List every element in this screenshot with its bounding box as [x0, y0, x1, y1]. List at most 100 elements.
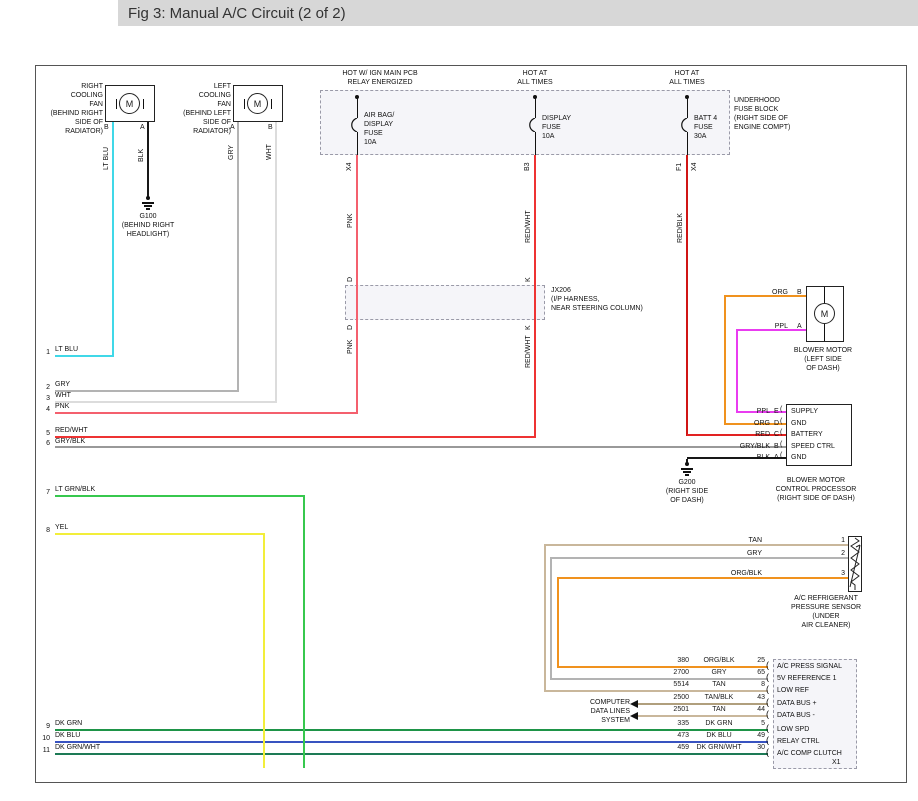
row1-label: LT BLU [55, 345, 78, 354]
proc-pin-b-bracket-icon [780, 441, 782, 448]
wire-pnk-drop [356, 155, 358, 414]
pressure-sensor-label: A/C REFRIGERANT PRESSURE SENSOR (UNDER A… [780, 594, 872, 630]
feed1-stub [357, 97, 358, 118]
wire-row9-dk-grn [55, 729, 768, 731]
conn-row-6-circuit: 335 [657, 720, 689, 727]
conn-row-8-circuit: 459 [657, 744, 689, 751]
conn-bracket-1-icon [766, 660, 769, 670]
row2-num: 2 [36, 383, 50, 392]
jx206-pin-d-top: D [347, 277, 354, 282]
left-fan-brush-right [271, 99, 272, 109]
wire-tan-vert [544, 544, 546, 692]
conn-bracket-6-icon [766, 723, 769, 733]
sensor-pin-3: 3 [832, 569, 845, 578]
proc-fn-battery: BATTERY [791, 430, 823, 439]
feed1-stub-lower [357, 132, 358, 155]
jx206-junction-box [345, 285, 545, 320]
conn-row-1-pin: 25 [749, 657, 765, 664]
wire-ppl-vert [736, 329, 738, 413]
wire-yel-vert [263, 533, 265, 768]
row10-label: DK BLU [55, 731, 80, 740]
proc-pin-d-bracket-icon [780, 418, 782, 425]
g200-ground-bar2 [683, 471, 691, 473]
conn-row-3-circuit: 5514 [657, 681, 689, 688]
conn-row-5-pin: 44 [749, 706, 765, 713]
sensor-wire-tan: TAN [700, 536, 762, 545]
blower-pin-b: B [797, 288, 802, 297]
g100-dot [146, 196, 150, 200]
left-fan-brush-left [244, 99, 245, 109]
proc-pin-d: D [774, 419, 779, 428]
g200-dot [685, 462, 689, 466]
row9-num: 9 [36, 722, 50, 731]
conn-row-4-pin: 43 [749, 694, 765, 701]
wire-label-blk: BLK [138, 149, 145, 162]
sensor-pin-1: 1 [832, 536, 845, 545]
conn-row-3-color: TAN [689, 681, 749, 688]
g200-ground-icon [681, 468, 693, 470]
blower-wire-org: ORG [760, 288, 788, 297]
wire-label-wht: WHT [266, 144, 273, 160]
conn-fn-ac-comp-clutch: A/C COMP CLUTCH [777, 749, 842, 758]
row4-label: PNK [55, 402, 69, 411]
row4-num: 4 [36, 405, 50, 414]
wire-gry-vert2 [550, 557, 552, 680]
conn-bracket-3-icon [766, 684, 769, 694]
row2-label: GRY [55, 380, 70, 389]
wire-red-wht-drop [534, 155, 536, 438]
proc-pin-e-bracket-icon [780, 406, 782, 413]
conn-row-3-pin: 8 [749, 681, 765, 688]
wire-wht-drop [275, 122, 277, 403]
right-fan-brush-left [116, 99, 117, 109]
conn-row-2-circuit: 2700 [657, 669, 689, 676]
wire-row6-gry-blk [55, 446, 786, 448]
wire-row5-red-wht [55, 436, 535, 438]
conn-row-7-pin: 49 [749, 732, 765, 739]
g200-location: (RIGHT SIDE OF DASH) [657, 487, 717, 505]
wire-label-pnk-lower: PNK [347, 340, 354, 354]
conn-row-7-color: DK BLU [689, 732, 749, 739]
feed2-hot-label: HOT AT ALL TIMES [505, 69, 565, 87]
g100-name: G100 [128, 212, 168, 221]
conn-bracket-7-icon [766, 735, 769, 745]
feed3-hot-label: HOT AT ALL TIMES [657, 69, 717, 87]
connector-id: X1 [832, 758, 841, 767]
wire-blk-g100-drop [147, 122, 149, 197]
left-fan-pin-a: A [230, 123, 235, 132]
wire-row3-wht [55, 401, 276, 403]
wire-label-red-wht-lower: RED/WHT [525, 335, 532, 368]
wire-conn-tan-blk [638, 703, 768, 705]
g100-ground-icon [142, 202, 154, 204]
conn-row-4-color: TAN/BLK [689, 694, 749, 701]
figure-title: Fig 3: Manual A/C Circuit (2 of 2) [128, 5, 346, 22]
fuse1-pin-x4: X4 [346, 162, 353, 171]
row3-label: WHT [55, 391, 71, 400]
conn-bracket-4-icon [766, 697, 769, 707]
conn-row-6-pin: 5 [749, 720, 765, 727]
conn-row-1-color: ORG/BLK [689, 657, 749, 664]
right-fan-motor-icon: M [119, 93, 140, 114]
jx206-label: JX206 (I/P HARNESS, NEAR STEERING COLUMN… [551, 286, 666, 313]
conn-fn-5v-reference: 5V REFERENCE 1 [777, 674, 837, 683]
wire-red-blk-drop [686, 155, 688, 436]
conn-row-7: 473DK BLU49 [657, 732, 765, 739]
fuse3-icon [680, 118, 694, 132]
feed2-stub-lower [535, 132, 536, 155]
pressure-sensor-resistor-icon [849, 537, 861, 591]
wire-label-red-blk: RED/BLK [677, 213, 684, 243]
feed1-hot-label: HOT W/ IGN MAIN PCB RELAY ENERGIZED [318, 69, 442, 87]
conn-row-6: 335DK GRN5 [657, 720, 765, 727]
data-bus-plus-arrow-icon [630, 700, 638, 708]
blower-wire-ppl: PPL [760, 322, 788, 331]
wire-tan-sensor [545, 544, 848, 546]
wire-row2-gry [55, 390, 238, 392]
blower-pin-a: A [797, 322, 802, 331]
row8-num: 8 [36, 526, 50, 535]
wire-gry-drop [237, 122, 239, 392]
row11-label: DK GRN/WHT [55, 743, 100, 752]
proc-fn-gnd2: GND [791, 453, 807, 462]
feed3-stub-lower [687, 132, 688, 155]
proc-fn-gnd1: GND [791, 419, 807, 428]
conn-bracket-8-icon [766, 747, 769, 757]
feed2-stub [535, 97, 536, 118]
